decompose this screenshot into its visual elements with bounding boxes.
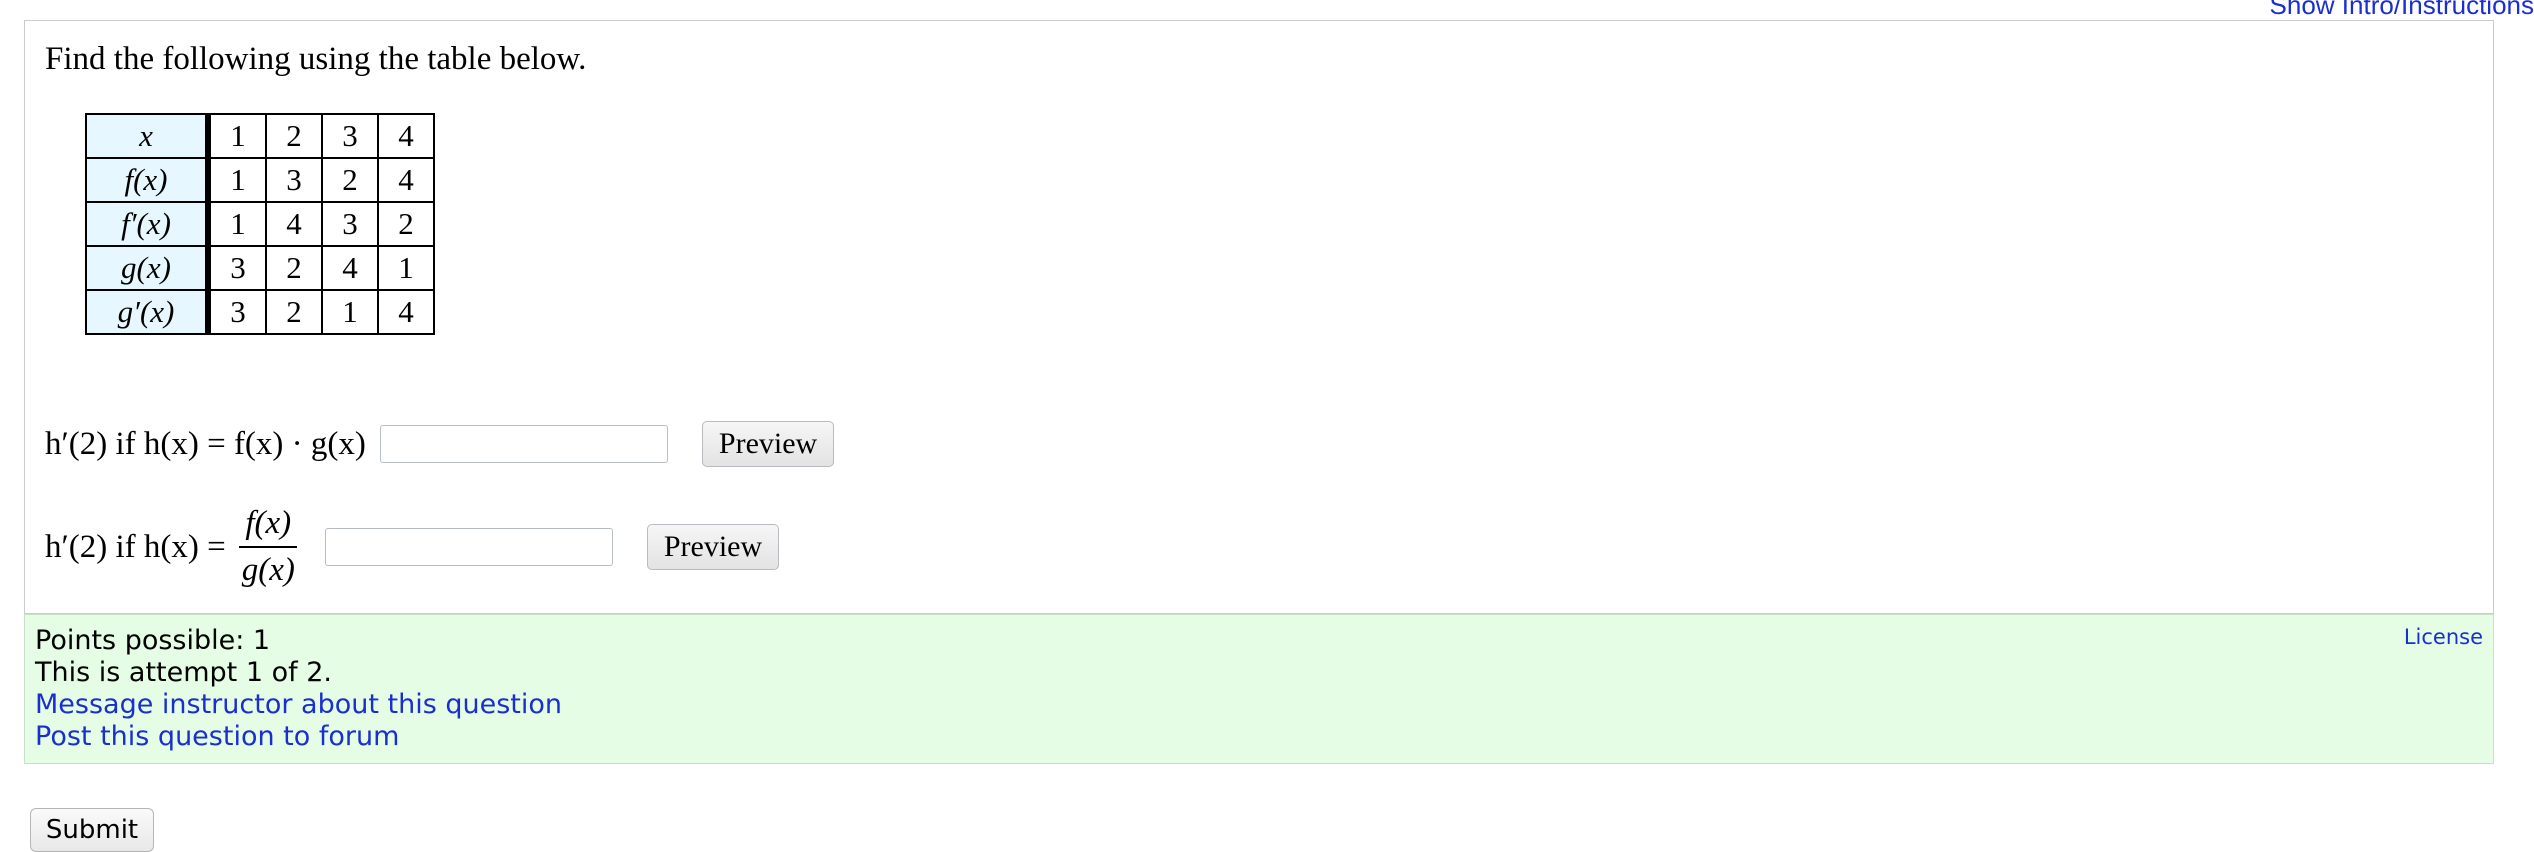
part-2-answer-input[interactable] bbox=[324, 528, 613, 566]
message-instructor-link[interactable]: Message instructor about this question bbox=[35, 689, 562, 721]
table-cell: 2 bbox=[265, 113, 323, 159]
part-1-answer-input[interactable] bbox=[379, 425, 668, 463]
table-cell: 1 bbox=[207, 201, 267, 247]
table-cell: 4 bbox=[377, 113, 435, 159]
post-to-forum-link[interactable]: Post this question to forum bbox=[35, 721, 562, 753]
part-1-preview-button[interactable]: Preview bbox=[701, 421, 835, 467]
row-label: f′(x) bbox=[85, 201, 211, 247]
submit-button[interactable]: Submit bbox=[30, 808, 154, 852]
function-values-table: x 1 2 3 4 f(x) 1 3 2 4 f′(x) 1 4 3 2 g(x… bbox=[85, 113, 435, 335]
attempt-text: This is attempt 1 of 2. bbox=[35, 657, 332, 688]
table-cell: 2 bbox=[265, 289, 323, 335]
question-part-1: h′(2) if h(x) = f(x) · g(x) Preview bbox=[45, 421, 835, 467]
table-cell: 1 bbox=[377, 245, 435, 291]
points-possible-text: Points possible: 1 bbox=[35, 625, 271, 656]
table-cell: 2 bbox=[321, 157, 379, 203]
row-label: g′(x) bbox=[85, 289, 211, 335]
show-intro-instructions-link[interactable]: Show Intro/Instructions bbox=[2270, 0, 2534, 21]
table-cell: 3 bbox=[207, 289, 267, 335]
table-cell: 1 bbox=[207, 113, 267, 159]
row-label: x bbox=[85, 113, 211, 159]
table-cell: 2 bbox=[265, 245, 323, 291]
table-cell: 3 bbox=[207, 245, 267, 291]
table-cell: 4 bbox=[377, 157, 435, 203]
table-row: g′(x) 3 2 1 4 bbox=[85, 289, 435, 335]
row-label: f(x) bbox=[85, 157, 211, 203]
table-row: x 1 2 3 4 bbox=[85, 113, 435, 159]
fraction-numerator: f(x) bbox=[239, 505, 298, 548]
question-container: Find the following using the table below… bbox=[24, 20, 2494, 614]
table-row: f′(x) 1 4 3 2 bbox=[85, 201, 435, 247]
license-link[interactable]: License bbox=[2404, 621, 2483, 653]
fraction-denominator: g(x) bbox=[241, 552, 295, 588]
table-row: f(x) 1 3 2 4 bbox=[85, 157, 435, 203]
table-cell: 3 bbox=[321, 201, 379, 247]
part-2-preview-button[interactable]: Preview bbox=[646, 524, 780, 570]
table-cell: 3 bbox=[321, 113, 379, 159]
table-row: g(x) 3 2 4 1 bbox=[85, 245, 435, 291]
table-cell: 4 bbox=[265, 201, 323, 247]
table-cell: 4 bbox=[377, 289, 435, 335]
part-1-expression: h′(2) if h(x) = f(x) · g(x) bbox=[45, 425, 366, 462]
part-2-expression: h′(2) if h(x) = bbox=[45, 528, 226, 565]
question-prompt: Find the following using the table below… bbox=[45, 41, 587, 77]
table-cell: 2 bbox=[377, 201, 435, 247]
table-cell: 3 bbox=[265, 157, 323, 203]
table-cell: 4 bbox=[321, 245, 379, 291]
question-part-2: h′(2) if h(x) = f(x) g(x) Preview bbox=[45, 505, 780, 589]
table-cell: 1 bbox=[207, 157, 267, 203]
question-info-panel: Points possible: 1 This is attempt 1 of … bbox=[24, 614, 2494, 764]
row-label: g(x) bbox=[85, 245, 211, 291]
part-2-fraction: f(x) g(x) bbox=[236, 505, 301, 589]
table-cell: 1 bbox=[321, 289, 379, 335]
